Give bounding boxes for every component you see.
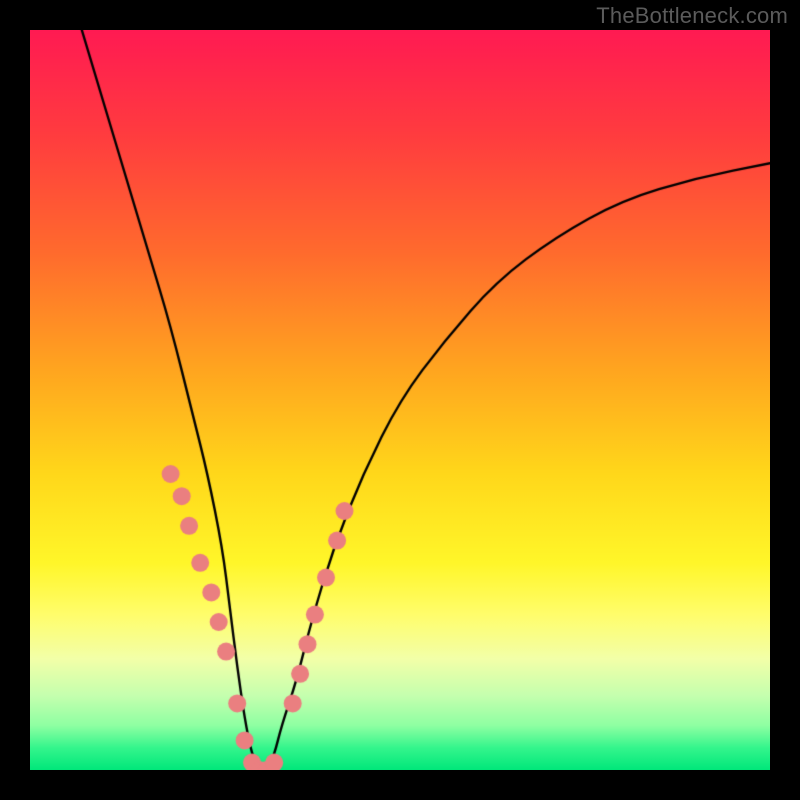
chart-frame: TheBottleneck.com [0, 0, 800, 800]
watermark-text: TheBottleneck.com [596, 3, 788, 29]
curve-canvas [30, 30, 770, 770]
plot-area [30, 30, 770, 770]
